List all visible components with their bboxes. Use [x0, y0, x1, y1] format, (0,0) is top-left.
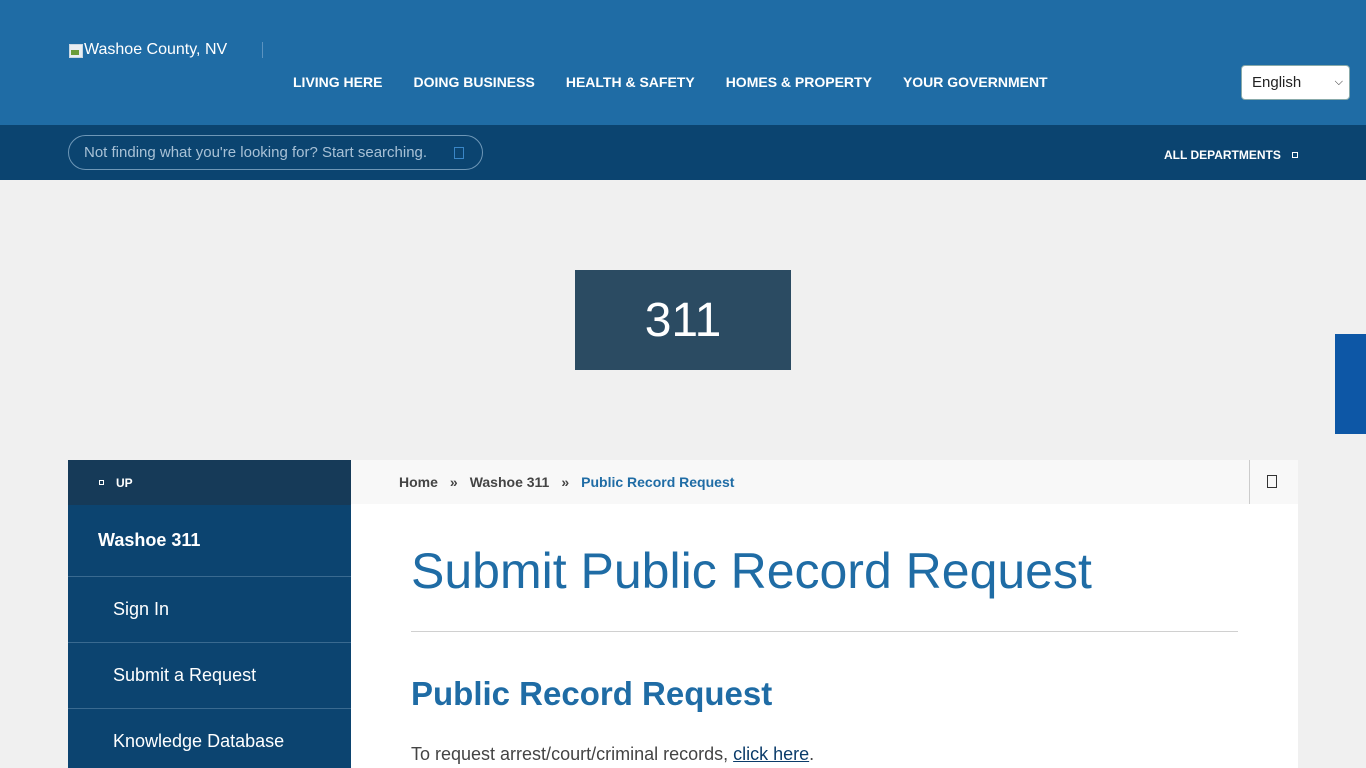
- breadcrumb: Home » Washoe 311 » Public Record Reques…: [351, 460, 1298, 504]
- body-text-suffix: .: [809, 744, 815, 764]
- nav-health-safety[interactable]: HEALTH & SAFETY: [566, 74, 695, 90]
- logo-divider: [262, 42, 263, 58]
- nav-doing-business[interactable]: DOING BUSINESS: [413, 74, 534, 90]
- site-header: Washoe County, NV LIVING HERE DOING BUSI…: [0, 0, 1366, 125]
- sidebar-up-button[interactable]: UP: [68, 460, 351, 505]
- sidebar-item-sign-in[interactable]: Sign In: [68, 577, 351, 643]
- breadcrumb-separator: »: [449, 474, 458, 490]
- breadcrumb-separator: »: [561, 474, 570, 490]
- all-departments-button[interactable]: ALL DEPARTMENTS: [1164, 148, 1298, 162]
- print-icon[interactable]: [1267, 475, 1277, 488]
- sidebar-item-submit-request[interactable]: Submit a Request: [68, 643, 351, 709]
- site-logo[interactable]: Washoe County, NV: [68, 41, 227, 59]
- hero-title: 311: [644, 293, 722, 347]
- hero-title-box: 311: [575, 270, 791, 370]
- page-title: Submit Public Record Request: [411, 543, 1092, 599]
- nav-your-government[interactable]: YOUR GOVERNMENT: [903, 74, 1048, 90]
- main-content: Home » Washoe 311 » Public Record Reques…: [351, 460, 1298, 768]
- breadcrumb-divider: [1249, 460, 1250, 504]
- nav-living-here[interactable]: LIVING HERE: [293, 74, 382, 90]
- search-bar-row: Not finding what you're looking for? Sta…: [0, 125, 1366, 180]
- breadcrumb-home[interactable]: Home: [399, 474, 438, 490]
- chevron-down-icon: ⌵: [1334, 76, 1343, 88]
- all-departments-label: ALL DEPARTMENTS: [1164, 148, 1281, 162]
- body-paragraph: To request arrest/court/criminal records…: [411, 744, 814, 765]
- broken-image-icon: [68, 42, 84, 58]
- sidebar: UP Washoe 311 Sign In Submit a Request K…: [68, 460, 351, 768]
- sidebar-item-knowledge-database[interactable]: Knowledge Database: [68, 709, 351, 768]
- body-text-prefix: To request arrest/court/criminal records…: [411, 744, 734, 764]
- section-heading: Public Record Request: [411, 675, 773, 712]
- feedback-tab[interactable]: [1335, 334, 1366, 434]
- breadcrumb-current: Public Record Request: [581, 474, 735, 490]
- language-select-value: English: [1252, 74, 1302, 91]
- search-input[interactable]: Not finding what you're looking for? Sta…: [68, 135, 483, 170]
- chevron-up-icon: [99, 480, 104, 485]
- breadcrumb-washoe-311[interactable]: Washoe 311: [470, 474, 550, 490]
- search-icon[interactable]: [454, 147, 464, 159]
- logo-alt-text: Washoe County, NV: [84, 41, 228, 58]
- nav-homes-property[interactable]: HOMES & PROPERTY: [726, 74, 872, 90]
- click-here-link[interactable]: click here: [733, 744, 809, 764]
- sidebar-up-label: UP: [116, 475, 133, 490]
- language-select[interactable]: English ⌵: [1241, 65, 1350, 100]
- search-placeholder: Not finding what you're looking for? Sta…: [84, 144, 428, 161]
- sidebar-section-title[interactable]: Washoe 311: [68, 505, 351, 577]
- main-nav: LIVING HERE DOING BUSINESS HEALTH & SAFE…: [293, 74, 1079, 90]
- chevron-down-icon: [1291, 152, 1298, 158]
- title-divider: [411, 631, 1238, 632]
